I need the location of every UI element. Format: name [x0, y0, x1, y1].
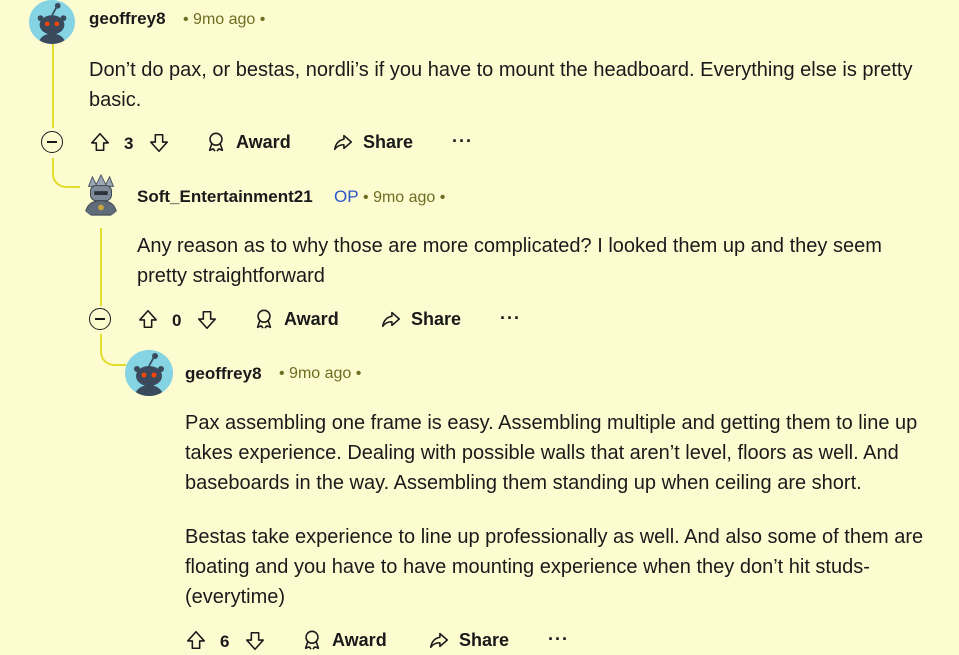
comment-body: Don’t do pax, or bestas, nordli’s if you… — [89, 55, 939, 115]
op-badge-and-timestamp[interactable]: OP • 9mo ago • — [334, 187, 445, 207]
thread-line[interactable] — [100, 228, 102, 306]
share-label: Share — [363, 131, 414, 152]
snoo-avatar-icon — [30, 0, 74, 44]
snoo-avatar-icon — [126, 350, 172, 396]
award-icon — [256, 309, 272, 329]
award-button[interactable]: Award — [253, 308, 339, 330]
award-icon — [208, 132, 224, 152]
share-button[interactable]: Share — [380, 308, 461, 330]
thread-line[interactable] — [52, 44, 54, 128]
share-label: Share — [411, 308, 462, 329]
comment-author[interactable]: Soft_Entertainment21 — [137, 187, 313, 207]
share-icon — [333, 134, 353, 151]
thread-connector — [52, 158, 80, 188]
user-avatar[interactable] — [125, 350, 173, 396]
award-button[interactable]: Award — [205, 131, 291, 153]
vote-count: 0 — [172, 311, 182, 330]
award-label: Award — [332, 629, 387, 650]
more-options-button[interactable]: ··· — [548, 629, 569, 650]
comment-author[interactable]: geoffrey8 — [89, 9, 166, 29]
downvote-icon[interactable] — [148, 132, 170, 154]
award-label: Award — [284, 308, 339, 329]
collapse-thread-button[interactable] — [41, 131, 63, 153]
downvote-icon[interactable] — [196, 309, 218, 331]
comment-timestamp[interactable]: • 9mo ago • — [279, 365, 361, 383]
comment-thread: geoffrey8 • 9mo ago • Don’t do pax, or b… — [0, 0, 959, 655]
comment-timestamp[interactable]: • 9mo ago • — [363, 189, 445, 206]
award-icon — [304, 630, 320, 650]
comment-body: Pax assembling one frame is easy. Assemb… — [185, 408, 955, 612]
downvote-icon[interactable] — [244, 630, 266, 652]
user-avatar[interactable] — [79, 172, 123, 218]
vote-count: 6 — [220, 632, 230, 651]
award-button[interactable]: Award — [301, 629, 387, 651]
share-label: Share — [459, 629, 510, 650]
award-label: Award — [236, 131, 291, 152]
op-badge: OP — [334, 187, 359, 206]
comment-paragraph: Don’t do pax, or bestas, nordli’s if you… — [89, 59, 913, 111]
upvote-icon[interactable] — [89, 131, 111, 153]
upvote-icon[interactable] — [137, 308, 159, 330]
user-avatar[interactable] — [29, 0, 75, 44]
robot-avatar-icon — [79, 173, 123, 217]
vote-count: 3 — [124, 134, 134, 153]
comment-author[interactable]: geoffrey8 — [185, 364, 262, 384]
comment-paragraph: Any reason as to why those are more comp… — [137, 235, 882, 287]
share-icon — [429, 632, 449, 649]
more-options-button[interactable]: ··· — [500, 308, 521, 329]
collapse-thread-button[interactable] — [89, 308, 111, 330]
thread-connector — [100, 334, 126, 366]
comment-timestamp[interactable]: • 9mo ago • — [183, 11, 265, 29]
more-options-button[interactable]: ··· — [452, 131, 473, 152]
comment-paragraph: Bestas take experience to line up profes… — [185, 526, 924, 608]
share-button[interactable]: Share — [428, 629, 509, 651]
share-icon — [381, 311, 401, 328]
upvote-icon[interactable] — [185, 629, 207, 651]
comment-body: Any reason as to why those are more comp… — [137, 231, 937, 291]
share-button[interactable]: Share — [332, 131, 413, 153]
comment-paragraph: Pax assembling one frame is easy. Assemb… — [185, 412, 918, 494]
